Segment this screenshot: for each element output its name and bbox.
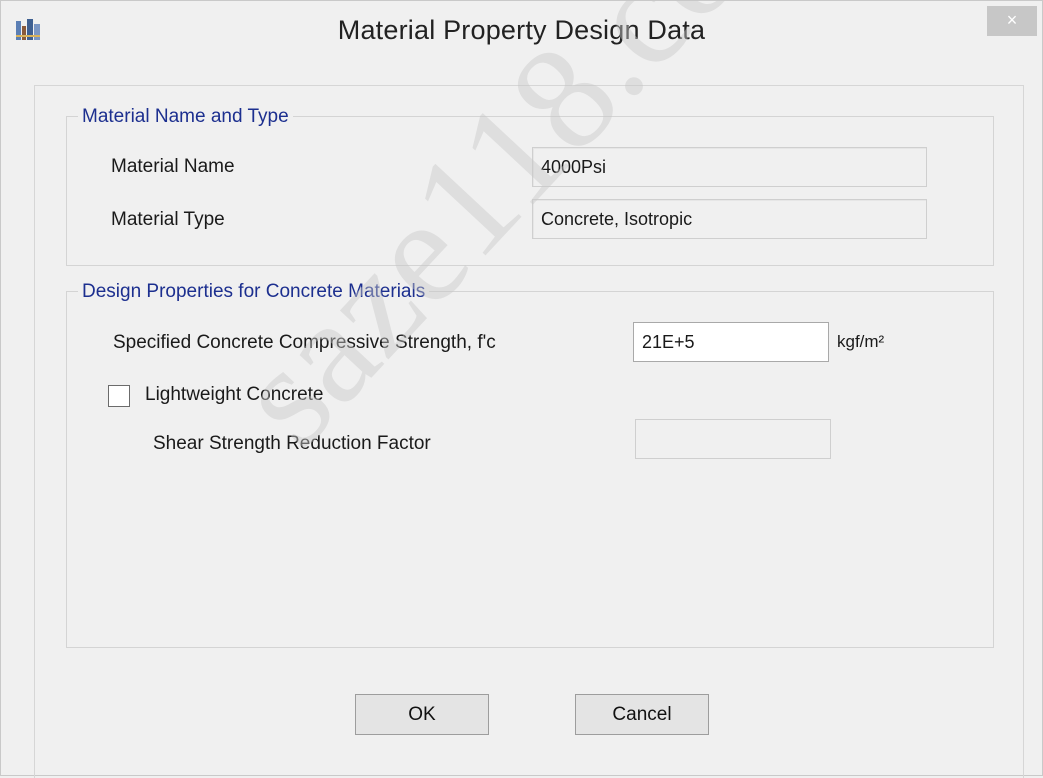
dialog-window: Material Property Design Data × Material… (0, 0, 1043, 778)
compressive-strength-label: Specified Concrete Compressive Strength,… (113, 332, 496, 353)
close-button[interactable]: × (987, 6, 1037, 36)
shear-strength-reduction-label: Shear Strength Reduction Factor (153, 433, 431, 454)
lightweight-concrete-label[interactable]: Lightweight Concrete (145, 384, 324, 406)
material-name-type-legend: Material Name and Type (78, 106, 293, 128)
material-type-label: Material Type (111, 209, 225, 230)
material-name-label: Material Name (111, 156, 235, 177)
design-properties-legend: Design Properties for Concrete Materials (78, 281, 430, 303)
dialog-title: Material Property Design Data (337, 15, 706, 45)
material-name-type-group (66, 116, 994, 266)
material-type-field: Concrete, Isotropic (532, 199, 927, 239)
material-name-field: 4000Psi (532, 147, 927, 187)
compressive-strength-input[interactable]: 21E+5 (633, 322, 829, 362)
compressive-strength-unit: kgf/m² (837, 332, 885, 351)
dialog-content: Material Name and Type Material Name 400… (34, 85, 1024, 778)
title-bar[interactable]: Material Property Design Data × (1, 1, 1042, 67)
lightweight-concrete-checkbox[interactable] (108, 385, 130, 407)
cancel-button[interactable]: Cancel (575, 694, 709, 735)
ok-button[interactable]: OK (355, 694, 489, 735)
shear-strength-reduction-input[interactable] (635, 419, 831, 459)
